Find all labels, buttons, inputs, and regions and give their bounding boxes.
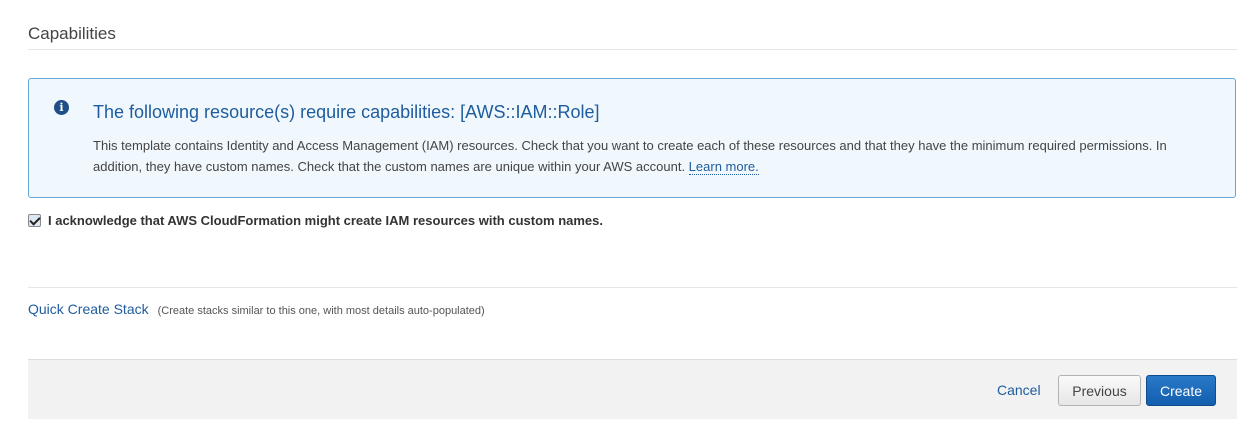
cancel-link[interactable]: Cancel: [997, 382, 1041, 398]
acknowledge-label[interactable]: I acknowledge that AWS CloudFormation mi…: [48, 213, 603, 228]
info-alert-text: This template contains Identity and Acce…: [93, 138, 1167, 174]
section-divider: [28, 49, 1237, 50]
learn-more-link[interactable]: Learn more.: [688, 159, 759, 175]
info-alert-title: The following resource(s) require capabi…: [93, 102, 600, 122]
section-divider: [28, 287, 1237, 288]
section-title: Capabilities: [28, 24, 116, 43]
quick-create-row: Quick Create Stack (Create stacks simila…: [28, 301, 485, 317]
quick-create-stack-link[interactable]: Quick Create Stack: [28, 301, 149, 317]
capabilities-info-alert: i The following resource(s) require capa…: [28, 78, 1236, 198]
info-icon: i: [54, 100, 69, 115]
wizard-footer: Cancel Previous Create: [28, 359, 1237, 419]
info-alert-body: This template contains Identity and Acce…: [93, 135, 1193, 177]
acknowledge-checkbox[interactable]: [28, 214, 41, 227]
previous-button[interactable]: Previous: [1058, 375, 1141, 406]
create-button[interactable]: Create: [1146, 375, 1216, 406]
quick-create-note: (Create stacks similar to this one, with…: [157, 305, 485, 317]
acknowledge-row[interactable]: I acknowledge that AWS CloudFormation mi…: [28, 213, 603, 228]
